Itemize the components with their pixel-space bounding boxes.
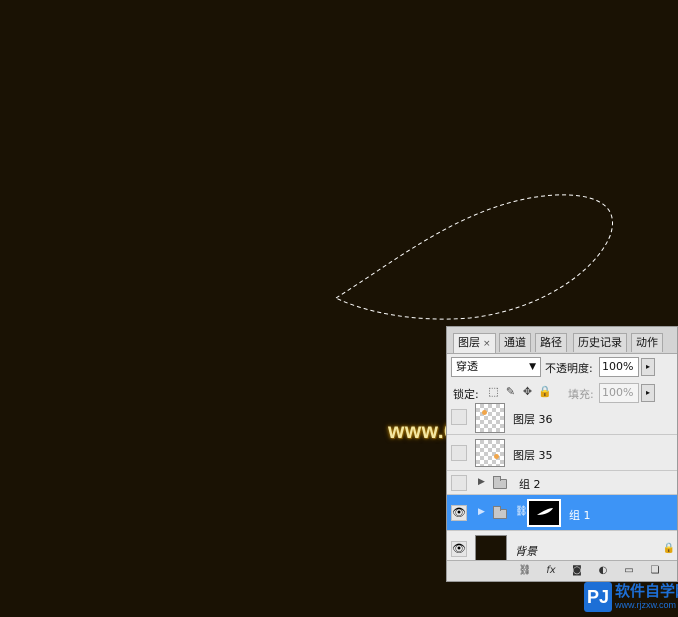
layer-name: 组 2: [519, 478, 541, 491]
eye-icon[interactable]: 👁: [451, 505, 467, 521]
mask-icon[interactable]: ◙: [569, 564, 585, 578]
layer-name: 组 1: [569, 509, 591, 522]
panel-bottom-toolbar: ⛓ fx ◙ ◐ ▭ ❏: [447, 560, 677, 581]
mask-shape: [537, 508, 553, 515]
layer-row-group-1[interactable]: 👁 ▶ ⛓ 组 1: [447, 495, 677, 531]
close-icon[interactable]: ×: [483, 339, 491, 349]
expand-arrow-icon[interactable]: ▶: [478, 477, 485, 487]
logo-title: 软件自学网: [615, 582, 678, 600]
layer-name: 图层 35: [513, 449, 553, 462]
tab-paths[interactable]: 路径: [535, 333, 567, 352]
site-logo: PJ 软件自学网 www.rjzxw.com: [584, 580, 678, 617]
layer-row-35[interactable]: 图层 35: [447, 435, 677, 471]
eye-icon[interactable]: 👁: [451, 541, 467, 557]
blend-mode-select[interactable]: 穿透 ▼: [451, 357, 541, 377]
tab-actions[interactable]: 动作: [631, 333, 663, 352]
tab-layers[interactable]: 图层 ×: [453, 333, 496, 353]
visibility-toggle[interactable]: [451, 445, 467, 461]
lock-all-icon[interactable]: 🔒: [538, 385, 552, 398]
tab-history[interactable]: 历史记录: [573, 333, 627, 352]
layers-panel: 图层 × 通道 路径 历史记录 动作 穿透 ▼ 不透明度: 100% ▸ 锁定: …: [446, 326, 678, 582]
layer-mask-thumbnail[interactable]: [527, 499, 561, 527]
opacity-label: 不透明度:: [545, 362, 593, 375]
fx-icon[interactable]: fx: [543, 564, 559, 578]
adjustment-icon[interactable]: ◐: [595, 564, 611, 578]
lock-position-icon[interactable]: ✥: [521, 385, 534, 398]
layer-name: 图层 36: [513, 413, 553, 426]
layer-row-group-2[interactable]: ▶ 组 2: [447, 471, 677, 495]
lock-icon: 🔒: [662, 543, 675, 554]
lock-image-icon[interactable]: ✎: [504, 385, 517, 398]
layer-thumbnail: [475, 439, 505, 467]
link-icon[interactable]: ⛓: [517, 564, 533, 578]
logo-url: www.rjzxw.com: [615, 600, 677, 610]
lock-label: 锁定:: [453, 388, 479, 401]
lock-transparent-icon[interactable]: ⬚: [487, 385, 500, 398]
tab-channels[interactable]: 通道: [499, 333, 531, 352]
fill-label: 填充:: [568, 388, 594, 401]
visibility-toggle[interactable]: [451, 475, 467, 491]
expand-arrow-icon[interactable]: ▶: [478, 507, 485, 517]
logo-mark: PJ: [584, 582, 612, 612]
dropdown-arrow-icon: ▼: [529, 362, 536, 372]
new-group-icon[interactable]: ▭: [621, 564, 637, 578]
visibility-toggle[interactable]: [451, 409, 467, 425]
panel-tab-bar: 图层 × 通道 路径 历史记录 动作: [447, 327, 677, 354]
thumbnail-mark: [482, 410, 487, 415]
new-layer-icon[interactable]: ❏: [647, 564, 663, 578]
thumbnail-mark: [494, 454, 499, 459]
selection-outline: [334, 194, 613, 320]
chain-link-icon[interactable]: ⛓: [515, 506, 528, 517]
opacity-input[interactable]: 100%: [599, 357, 639, 377]
layer-row-36[interactable]: 图层 36: [447, 403, 677, 435]
layer-thumbnail: [475, 403, 505, 433]
tab-layers-label: 图层: [458, 336, 480, 349]
blend-mode-value: 穿透: [456, 360, 478, 373]
fill-slider-button[interactable]: ▸: [641, 384, 655, 402]
layer-thumbnail: [475, 535, 507, 563]
folder-icon: [493, 476, 507, 489]
layer-name: 背景: [515, 545, 537, 558]
folder-icon: [493, 506, 507, 519]
fill-input[interactable]: 100%: [599, 383, 639, 403]
opacity-slider-button[interactable]: ▸: [641, 358, 655, 376]
